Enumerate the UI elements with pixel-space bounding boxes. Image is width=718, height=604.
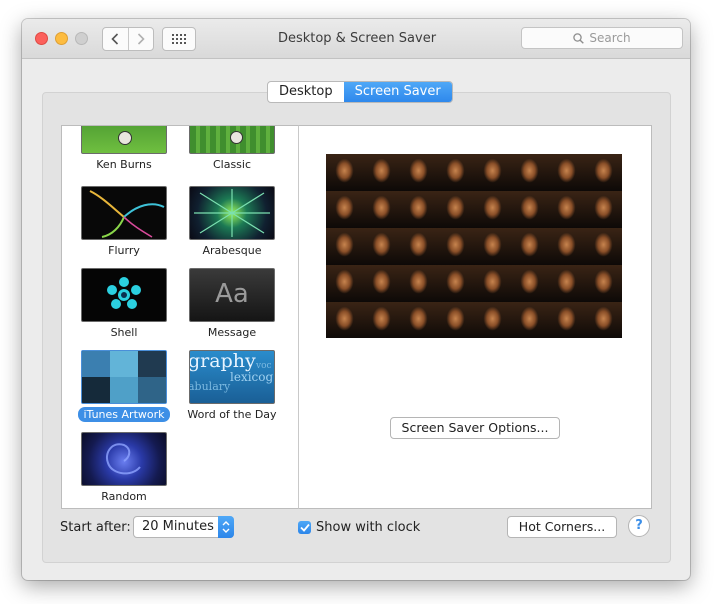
saver-word-of-the-day[interactable]: graphy lexicog abulary voc Word of the D… — [180, 350, 284, 422]
itunes-artwork-thumbnail — [81, 350, 167, 404]
saver-arabesque[interactable]: Arabesque — [180, 186, 284, 258]
title-bar: Desktop & Screen Saver Search — [22, 19, 690, 59]
tab-control: Desktop Screen Saver — [267, 81, 453, 103]
classic-thumbnail — [189, 126, 275, 154]
ken-burns-thumbnail — [81, 126, 167, 154]
saver-label: Flurry — [108, 244, 140, 257]
saver-flurry[interactable]: Flurry — [72, 186, 176, 258]
thumbnail-word: graphy — [189, 350, 256, 372]
saver-label: Word of the Day — [187, 408, 277, 421]
window-title: Desktop & Screen Saver — [277, 31, 437, 46]
screen-saver-list[interactable]: Ken Burns Classic Flurry Arabesque Shell… — [61, 125, 300, 509]
show-all-button[interactable] — [162, 27, 196, 51]
system-preferences-window: Desktop & Screen Saver Search Desktop Sc… — [22, 19, 690, 580]
search-field[interactable]: Search — [521, 27, 683, 49]
saver-label: Ken Burns — [96, 158, 152, 171]
start-after-label: Start after: — [60, 520, 131, 535]
chevron-right-icon — [137, 33, 145, 45]
forward-button[interactable] — [127, 28, 154, 50]
search-placeholder: Search — [589, 31, 631, 45]
saver-ken-burns[interactable]: Ken Burns — [72, 126, 176, 172]
help-button[interactable]: ? — [628, 515, 650, 537]
screen-saver-options-button[interactable]: Screen Saver Options... — [390, 417, 560, 439]
grid-icon — [172, 34, 186, 44]
saver-label: Arabesque — [202, 244, 262, 257]
saver-label: Classic — [212, 158, 252, 171]
back-button[interactable] — [103, 28, 128, 50]
word-of-the-day-thumbnail: graphy lexicog abulary voc — [189, 350, 275, 404]
screen-saver-preview — [326, 154, 622, 338]
zoom-window-button — [75, 32, 88, 45]
close-window-button[interactable] — [35, 32, 48, 45]
arabesque-thumbnail — [189, 186, 275, 240]
hot-corners-button[interactable]: Hot Corners... — [507, 516, 617, 538]
back-forward-group — [102, 27, 154, 51]
updown-arrows-icon — [218, 516, 234, 538]
tab-desktop[interactable]: Desktop — [268, 82, 344, 102]
random-thumbnail — [81, 432, 167, 486]
show-with-clock-checkbox[interactable] — [298, 521, 311, 534]
tab-screen-saver[interactable]: Screen Saver — [343, 82, 452, 102]
message-thumbnail: Aa — [189, 268, 275, 322]
saver-label: Shell — [110, 326, 138, 339]
show-with-clock-label[interactable]: Show with clock — [316, 520, 420, 536]
checkmark-icon — [299, 523, 310, 532]
preview-area: Screen Saver Options... — [298, 125, 652, 509]
thumbnail-word: lexicog — [230, 370, 274, 384]
saver-classic[interactable]: Classic — [180, 126, 284, 172]
saver-label: Random — [101, 490, 147, 503]
start-after-popup[interactable]: 20 Minutes — [133, 516, 234, 538]
saver-random[interactable]: Random — [72, 432, 176, 504]
thumbnail-word: voc — [256, 361, 272, 371]
minimize-window-button[interactable] — [55, 32, 68, 45]
search-icon — [573, 32, 585, 44]
saver-message[interactable]: Aa Message — [180, 268, 284, 340]
chevron-left-icon — [111, 33, 119, 45]
flurry-thumbnail — [81, 186, 167, 240]
saver-shell[interactable]: Shell — [72, 268, 176, 340]
saver-label: Message — [207, 326, 257, 339]
saver-itunes-artwork[interactable]: iTunes Artwork — [72, 350, 176, 422]
message-glyph: Aa — [215, 279, 249, 309]
start-after-value: 20 Minutes — [142, 519, 214, 534]
saver-label: iTunes Artwork — [78, 407, 170, 422]
shell-thumbnail — [81, 268, 167, 322]
thumbnail-word: abulary — [189, 380, 231, 393]
